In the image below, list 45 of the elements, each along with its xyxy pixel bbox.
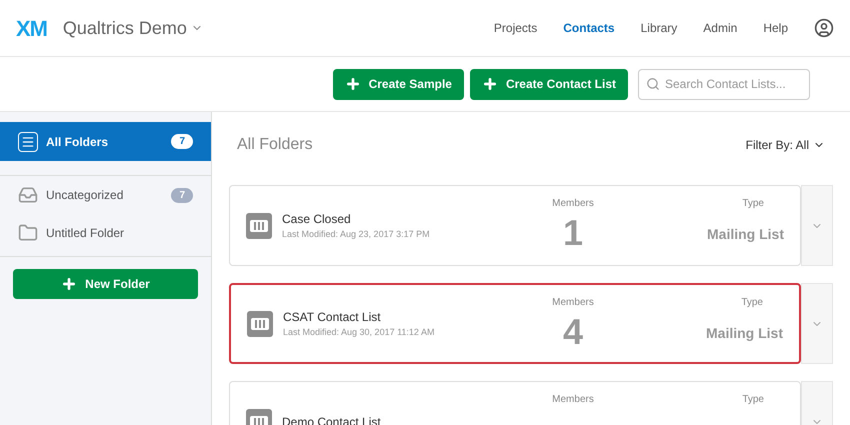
- menu-icon: [18, 132, 38, 152]
- list-type: Mailing List: [706, 324, 783, 343]
- plus-icon: [482, 76, 498, 92]
- folder-item[interactable]: All Folders 7: [0, 122, 211, 161]
- count-badge: 7: [171, 134, 193, 149]
- user-icon[interactable]: [814, 18, 834, 38]
- type-label: Type: [742, 393, 764, 407]
- filter-dropdown[interactable]: Filter By: All: [746, 136, 825, 154]
- contact-list-icon: [247, 310, 273, 336]
- last-modified: Last Modified: Aug 23, 2017 3:17 PM: [282, 228, 431, 241]
- brand-name[interactable]: Qualtrics Demo: [62, 14, 187, 42]
- nav-link[interactable]: Admin: [703, 19, 738, 37]
- plus-icon: [344, 76, 361, 92]
- count-badge: 7: [171, 188, 193, 202]
- contact-list-card[interactable]: Case Closed Last Modified: Aug 23, 2017 3:17 PM Members 1 Type Mailing List: [229, 185, 801, 266]
- members-label: Members: [552, 393, 594, 407]
- type-label: Type: [742, 197, 764, 211]
- list-type: Mailing List: [707, 225, 784, 244]
- list-name[interactable]: CSAT Contact List: [283, 308, 483, 326]
- nav-link[interactable]: Contacts: [563, 19, 615, 37]
- search-field[interactable]: Search Contact Lists...: [638, 68, 810, 100]
- nav-link[interactable]: Projects: [494, 19, 538, 37]
- list-name[interactable]: Case Closed: [282, 210, 482, 228]
- type-label: Type: [741, 296, 763, 310]
- create-button[interactable]: Create Sample: [332, 68, 464, 100]
- plus-icon: [61, 276, 78, 292]
- search-icon: [646, 76, 660, 90]
- folder-item[interactable]: Untitled Folder: [0, 214, 211, 252]
- contact-list-icon: [246, 212, 272, 238]
- create-button[interactable]: Create Contact List: [470, 68, 628, 100]
- contact-list-card[interactable]: CSAT Contact List Last Modified: Aug 30, 2017 11:12 AM Members 4 Type Mailing List: [229, 283, 801, 364]
- members-label: Members: [552, 296, 594, 310]
- folder-item[interactable]: Uncategorized 7: [0, 176, 211, 214]
- new-folder-button[interactable]: New Folder: [13, 269, 198, 299]
- member-count: 4: [562, 310, 584, 354]
- expand-toggle[interactable]: [801, 283, 833, 364]
- tray-icon: [18, 185, 38, 205]
- nav-link[interactable]: Library: [640, 19, 678, 37]
- page-title: All Folders: [237, 134, 313, 154]
- member-count: 1: [562, 211, 584, 255]
- nav-link[interactable]: Help: [763, 19, 788, 37]
- members-label: Members: [552, 197, 594, 211]
- expand-toggle[interactable]: [801, 185, 833, 266]
- last-modified: Last Modified: Aug 30, 2017 11:12 AM: [283, 326, 436, 339]
- folder-icon: [18, 223, 38, 243]
